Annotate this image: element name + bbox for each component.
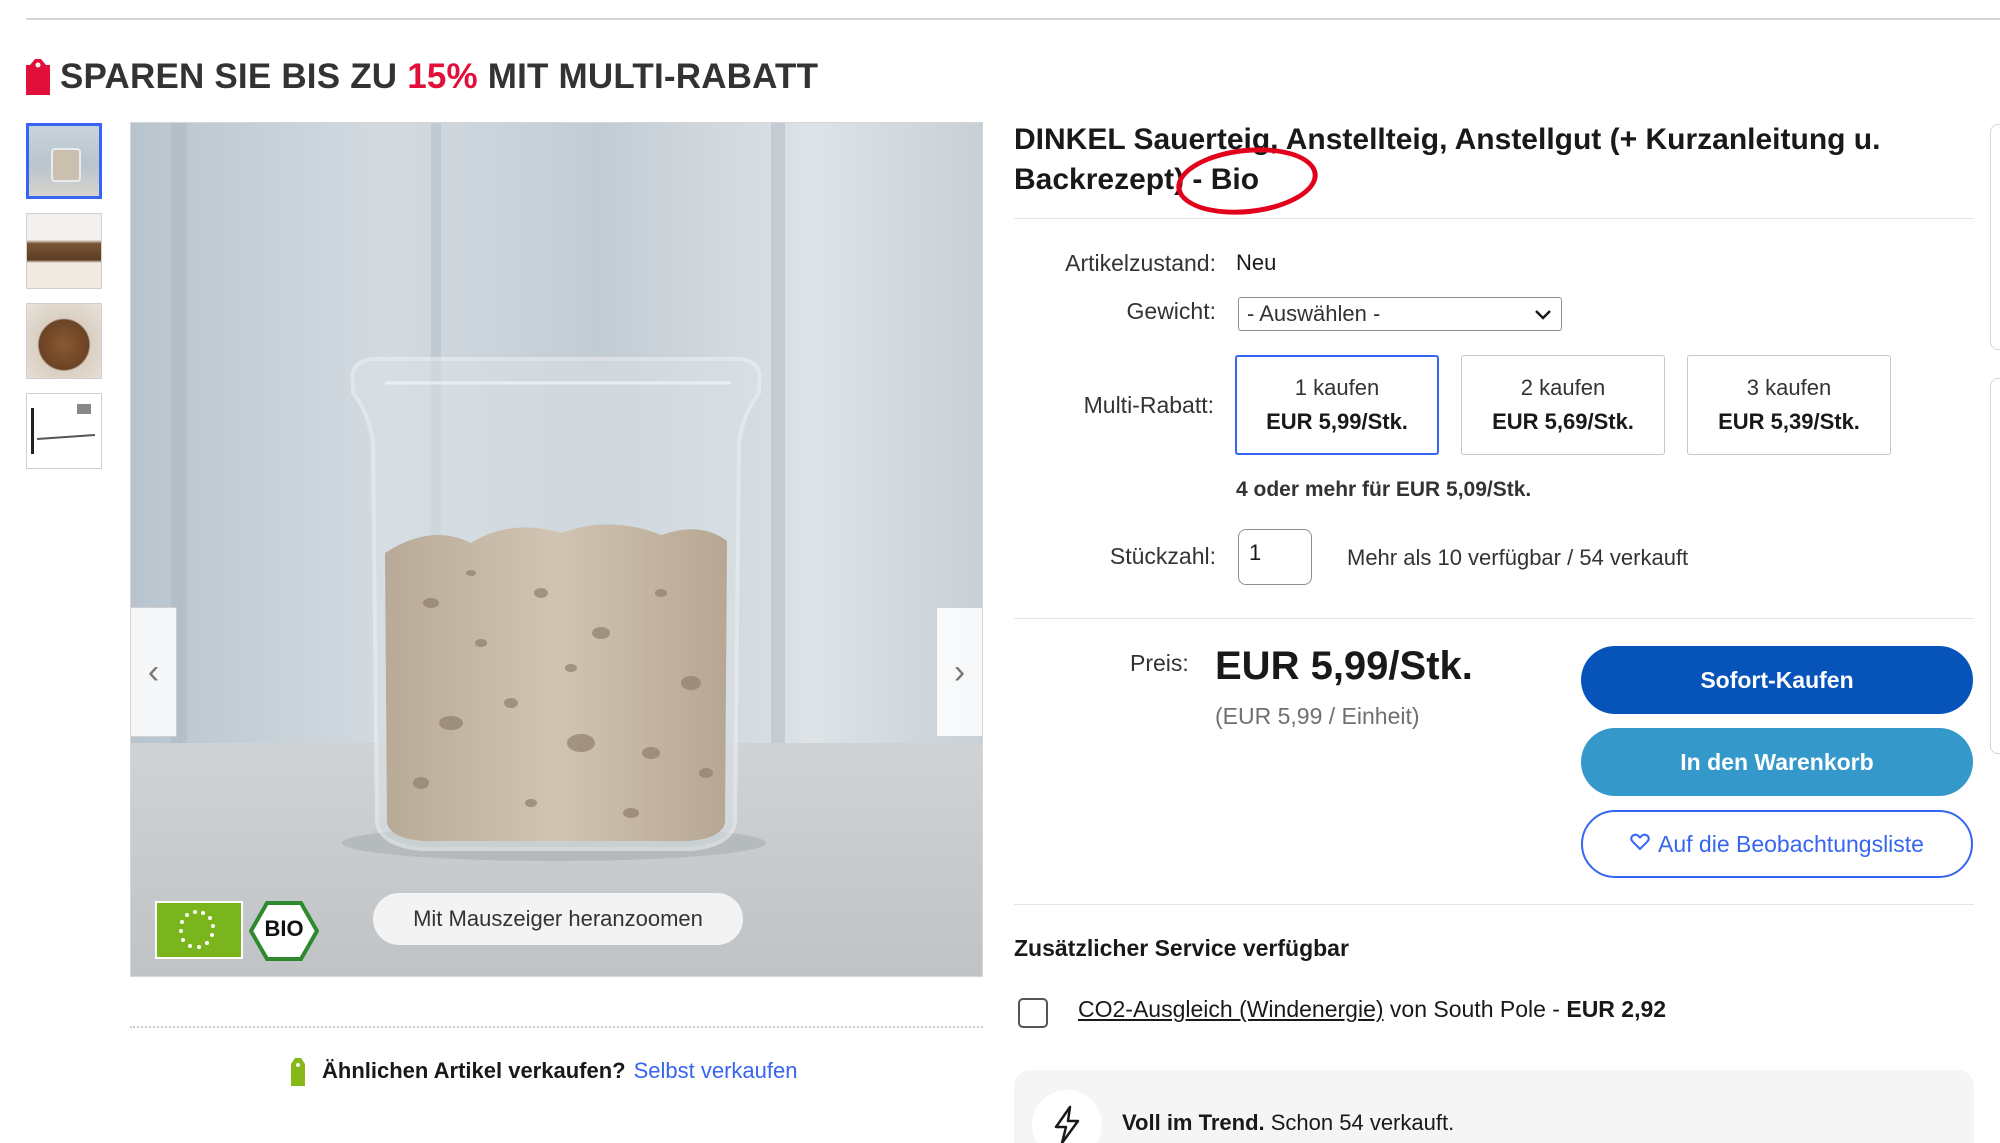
buy-now-button[interactable]: Sofort-Kaufen [1581,646,1973,714]
chevron-right-icon[interactable]: › [936,607,982,737]
multi-discount-label: Multi-Rabatt: [1083,392,1214,418]
multi-option-2[interactable]: 2 kaufen EUR 5,69/Stk. [1461,355,1665,455]
condition-label: Artikelzustand: [1065,250,1216,276]
zoom-hint: Mit Mauszeiger heranzoomen [373,893,743,945]
co2-offset-checkbox[interactable] [1018,998,1048,1028]
thumbnail-2[interactable] [26,213,102,289]
price-divider [1014,618,1974,619]
weight-select[interactable]: - Auswählen - [1238,297,1562,331]
quantity-input[interactable]: 1 [1238,529,1312,585]
multi-discount-note: 4 oder mehr für EUR 5,09/Stk. [1236,478,1532,501]
availability-text: Mehr als 10 verfügbar / 54 verkauft [1347,545,1689,570]
sell-similar-question: Ähnlichen Artikel verkaufen? [322,1058,626,1083]
multi-option-qty: 3 kaufen [1746,375,1832,400]
condition-value: Neu [1236,250,1277,275]
thumbnail-3[interactable] [26,303,102,379]
top-divider [26,18,2000,20]
multi-discount-banner: SPAREN SIE BIS ZU 15% MIT MULTI-RABATT [26,52,818,102]
gallery-separator [130,1026,983,1028]
sourdough-jar-photo [131,123,982,976]
promo-text: SPAREN SIE BIS ZU 15% MIT MULTI-RABATT [60,57,819,96]
multi-option-price: EUR 5,99/Stk. [1266,409,1408,434]
watch-label: Auf die Beobachtungsliste [1658,830,1924,857]
green-tag-icon [288,1056,308,1086]
weight-label: Gewicht: [1126,298,1216,324]
co2-offset-link[interactable]: CO2-Ausgleich (Windenergie) [1078,996,1384,1022]
service-divider [1014,904,1974,905]
quantity-label: Stückzahl: [1109,543,1216,569]
product-title: DINKEL Sauerteig, Anstellteig, Anstellgu… [1014,123,1881,196]
thumbnail-1[interactable] [26,123,102,199]
title-divider [1014,218,1974,219]
multi-option-qty: 2 kaufen [1520,375,1606,400]
thumbnail-strip [26,123,102,483]
thumbnail-4[interactable] [26,393,102,469]
heart-icon [1630,831,1650,857]
main-product-image[interactable]: ‹ › BIO Mit Mauszeiger heranzoomen [130,122,983,977]
sell-similar-row: Ähnlichen Artikel verkaufen? Selbst verk… [288,1056,797,1086]
chevron-down-icon [1535,303,1551,326]
co2-offset-option: CO2-Ausgleich (Windenergie) von South Po… [1078,996,1667,1022]
weight-select-value: - Auswählen - [1247,301,1381,326]
sell-yourself-link[interactable]: Selbst verkaufen [634,1058,798,1084]
bio-hexagon-icon: BIO [249,901,319,961]
multi-option-3[interactable]: 3 kaufen EUR 5,39/Stk. [1687,355,1891,455]
price-label: Preis: [1130,650,1189,676]
service-title: Zusätzlicher Service verfügbar [1014,935,1349,961]
side-panel-edge [1990,124,2000,350]
multi-option-price: EUR 5,69/Stk. [1492,409,1634,434]
bio-certification-badges: BIO [155,901,319,961]
add-to-watchlist-button[interactable]: Auf die Beobachtungsliste [1581,810,1973,878]
multi-option-1[interactable]: 1 kaufen EUR 5,99/Stk. [1235,355,1439,455]
price-value: EUR 5,99/Stk. [1215,644,1473,688]
co2-offset-price: EUR 2,92 [1566,996,1667,1022]
multi-option-price: EUR 5,39/Stk. [1718,409,1860,434]
chevron-left-icon[interactable]: ‹ [131,607,177,737]
eu-organic-leaf-icon [155,901,243,959]
trend-text: Voll im Trend. Schon 54 verkauft. [1122,1110,1455,1135]
unit-price: (EUR 5,99 / Einheit) [1215,703,1420,729]
price-tag-icon [26,59,50,95]
side-panel-edge [1990,378,2000,754]
bio-badge-text: BIO [264,916,303,941]
add-to-cart-button[interactable]: In den Warenkorb [1581,728,1973,796]
promo-percent: 15% [407,57,478,96]
multi-option-qty: 1 kaufen [1294,375,1380,400]
